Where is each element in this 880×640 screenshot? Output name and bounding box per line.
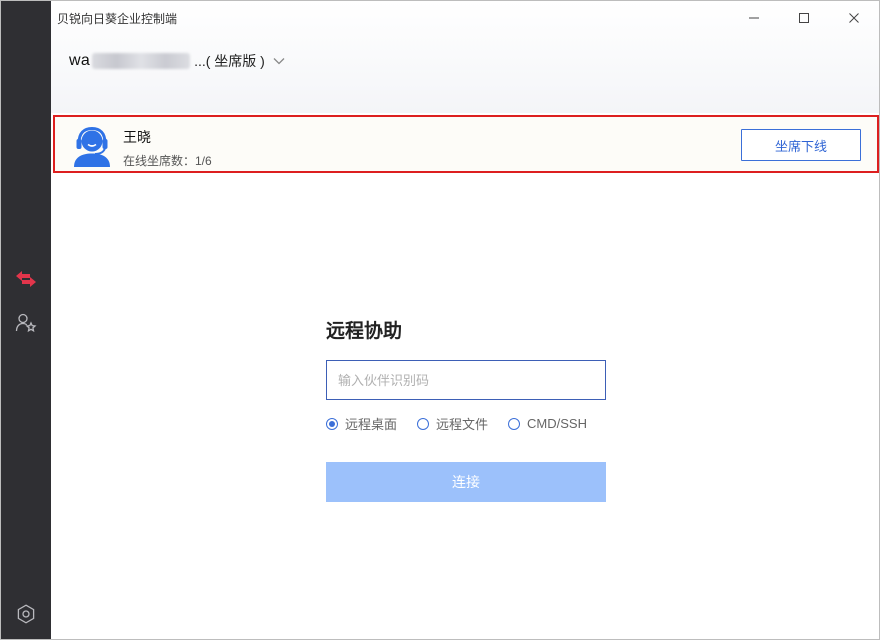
partner-id-input[interactable]: [326, 360, 606, 400]
mode-cmd-ssh-radio[interactable]: CMD/SSH: [508, 416, 587, 431]
agent-headset-avatar-icon: [74, 126, 110, 167]
app-window: 贝锐向日葵企业控制端 wa ...( 坐席版 ) 王晓 在线坐席数：1/6 坐席…: [0, 0, 880, 640]
radio-unchecked-icon: [417, 417, 430, 430]
connect-button[interactable]: 连接: [326, 462, 606, 502]
radio-unchecked-icon: [508, 417, 521, 430]
maximize-button[interactable]: [779, 1, 829, 35]
contacts-nav[interactable]: [1, 305, 51, 341]
remote-control-icon: [16, 271, 36, 287]
mode-label: 远程桌面: [345, 417, 398, 432]
minimize-icon: [749, 17, 759, 19]
remote-control-nav[interactable]: [1, 261, 51, 297]
window-controls: [729, 1, 879, 35]
close-icon: [849, 13, 859, 23]
window-title: 贝锐向日葵企业控制端: [57, 12, 178, 26]
contacts-star-icon: [15, 313, 37, 333]
maximize-icon: [799, 13, 809, 23]
account-selector[interactable]: wa ...( 坐席版 ): [69, 51, 285, 71]
chevron-down-icon: [273, 57, 285, 65]
left-rail: [1, 1, 51, 639]
redacted-account: [92, 53, 191, 69]
mode-remote-desktop-radio[interactable]: 远程桌面: [326, 414, 397, 433]
connection-mode-group: 远程桌面 远程文件 CMD/SSH: [326, 414, 607, 433]
mode-label: CMD/SSH: [527, 416, 587, 431]
agent-offline-button[interactable]: 坐席下线: [741, 129, 861, 161]
settings-icon: [17, 604, 35, 624]
online-seats-count: 在线坐席数：1/6: [123, 154, 212, 168]
mode-remote-file-radio[interactable]: 远程文件: [417, 414, 488, 433]
account-name-prefix: wa: [69, 52, 91, 69]
agent-name: 王晓: [123, 129, 151, 145]
header: 贝锐向日葵企业控制端 wa ...( 坐席版 ): [51, 1, 879, 113]
settings-nav[interactable]: [1, 596, 51, 632]
radio-checked-icon: [326, 417, 338, 430]
minimize-button[interactable]: [729, 1, 779, 35]
account-edition: ...( 坐席版 ): [194, 53, 265, 69]
remote-assist-title: 远程协助: [326, 321, 403, 342]
agent-status-bar: 王晓 在线坐席数：1/6 坐席下线: [53, 115, 879, 173]
mode-label: 远程文件: [436, 417, 489, 432]
close-button[interactable]: [829, 1, 879, 35]
